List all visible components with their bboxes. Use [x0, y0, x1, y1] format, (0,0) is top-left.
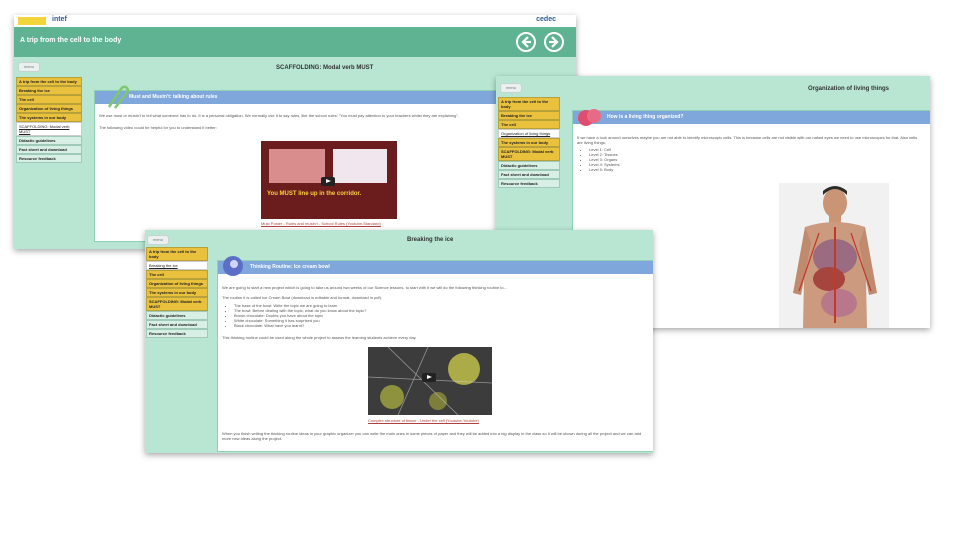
menu-button[interactable]: menu [18, 62, 40, 72]
next-page-button[interactable] [544, 32, 564, 52]
nav-item-systems[interactable]: The systems in our body [498, 138, 560, 147]
paragraph-2: The routine it is called Ice Cream Bowl … [222, 295, 383, 300]
nav-item-didactic[interactable]: Didactic guidelines [146, 311, 208, 320]
human-anatomy-image [779, 183, 889, 328]
nav-item-organization[interactable]: Organization of living things [16, 104, 82, 113]
paragraph-4: When you finish writing the thinking rou… [222, 431, 642, 441]
nav-item-fact-sheet[interactable]: Fact sheet and download [498, 170, 560, 179]
arrow-right-icon [549, 36, 559, 48]
video-thumbnail-left [269, 149, 325, 183]
nav-item-feedback[interactable]: Resource feedback [498, 179, 560, 188]
panel-title-bar: Thinking Routine: Ice cream bowl [218, 261, 653, 274]
paragraph-1: We use must or mustn't to tell what some… [99, 113, 459, 118]
video-player[interactable] [368, 347, 492, 415]
paragraph-3: This thinking routine could be used alon… [222, 335, 417, 340]
top-logo-bar: intef cedec [14, 15, 576, 27]
course-header: A trip from the cell to the body [14, 27, 576, 57]
cedec-logo: cedec [536, 16, 556, 23]
intef-logo: intef [52, 16, 67, 23]
nav-item-cell[interactable]: The cell [16, 95, 82, 104]
nav-item-organization[interactable]: Organization of living things [146, 279, 208, 288]
nav-item-scaffolding[interactable]: SCAFFOLDING: Modal verb MUST [498, 147, 560, 161]
screenshot-scaffolding: intef cedec A trip from the cell to the … [14, 15, 576, 249]
previous-page-button[interactable] [516, 32, 536, 52]
nav-item-systems[interactable]: The systems in our body [16, 113, 82, 122]
nav-item-organization[interactable]: Organization of living things [498, 129, 560, 138]
nav-item-scaffolding[interactable]: SCAFFOLDING: Modal verb MUST [16, 122, 82, 136]
video-caption[interactable]: Complex structure of tissue - Under the … [368, 418, 479, 423]
nav-item-fact-sheet[interactable]: Fact sheet and download [16, 145, 82, 154]
video-caption[interactable]: Must Poster - Rules and mustn't - School… [261, 221, 381, 226]
video-thumbnail-right [333, 149, 387, 183]
page-title: SCAFFOLDING: Modal verb MUST [276, 65, 374, 71]
content-panel: Thinking Routine: Ice cream bowl We are … [217, 256, 653, 452]
nav-item-cell[interactable]: The cell [498, 120, 560, 129]
sidebar-nav: A trip from the cell to the body Breakin… [146, 247, 208, 338]
nav-item-didactic[interactable]: Didactic guidelines [498, 161, 560, 170]
video-text: You MUST line up in the corridor. [267, 191, 362, 197]
panel-title-bar: How is a living thing organized? [573, 111, 930, 124]
page-title: Organization of living things [808, 86, 889, 92]
play-icon[interactable] [422, 373, 436, 382]
sidebar-nav: A trip from the cell to the body Breakin… [498, 97, 560, 188]
menu-button[interactable]: menu [147, 235, 169, 245]
paragraph-2: The following video could be helpful for… [99, 125, 217, 130]
puzzle-icon [578, 109, 601, 126]
paragraph-1: We are going to start a new project whic… [222, 285, 507, 290]
nav-item-didactic[interactable]: Didactic guidelines [16, 136, 82, 145]
paperclip-icon [107, 85, 129, 109]
menu-button[interactable]: menu [500, 83, 522, 93]
nav-item-trip[interactable]: A trip from the cell to the body [498, 97, 560, 111]
page-title: Breaking the ice [407, 237, 454, 243]
level-item: Level 5: Body [589, 167, 619, 172]
nav-item-breaking-ice[interactable]: Breaking the ice [146, 261, 208, 270]
levels-list: Level 1: Cell Level 2: Tissues Level 3: … [577, 147, 619, 172]
thinking-head-icon [223, 256, 243, 276]
paragraph-1: If we have a look around ourselves maybe… [577, 135, 918, 145]
routine-list: The base of the bowl: Write the topic we… [222, 303, 367, 328]
screenshot-breaking-ice: menu Breaking the ice A trip from the ce… [145, 230, 653, 453]
play-icon[interactable] [321, 177, 335, 186]
nav-item-breaking-ice[interactable]: Breaking the ice [498, 111, 560, 120]
nav-item-scaffolding[interactable]: SCAFFOLDING: Modal verb MUST [146, 297, 208, 311]
course-title: A trip from the cell to the body [20, 37, 122, 44]
nav-item-cell[interactable]: The cell [146, 270, 208, 279]
nav-item-systems[interactable]: The systems in our body [146, 288, 208, 297]
sidebar-nav: A trip from the cell to the body Breakin… [16, 77, 82, 163]
nav-item-trip[interactable]: A trip from the cell to the body [146, 247, 208, 261]
nav-item-trip[interactable]: A trip from the cell to the body [16, 77, 82, 86]
routine-item: Black chocolate: What have you learnt? [234, 323, 367, 328]
government-logo [18, 17, 46, 25]
panel-title: Thinking Routine: Ice cream bowl [250, 264, 330, 270]
nav-item-feedback[interactable]: Resource feedback [16, 154, 82, 163]
nav-item-feedback[interactable]: Resource feedback [146, 329, 208, 338]
arrow-left-icon [521, 36, 531, 48]
nav-item-fact-sheet[interactable]: Fact sheet and download [146, 320, 208, 329]
panel-title: How is a living thing organized? [607, 114, 684, 120]
panel-title: Must and Mustn't: talking about rules [129, 94, 218, 100]
nav-item-breaking-ice[interactable]: Breaking the ice [16, 86, 82, 95]
video-player[interactable]: You MUST line up in the corridor. [261, 141, 397, 219]
